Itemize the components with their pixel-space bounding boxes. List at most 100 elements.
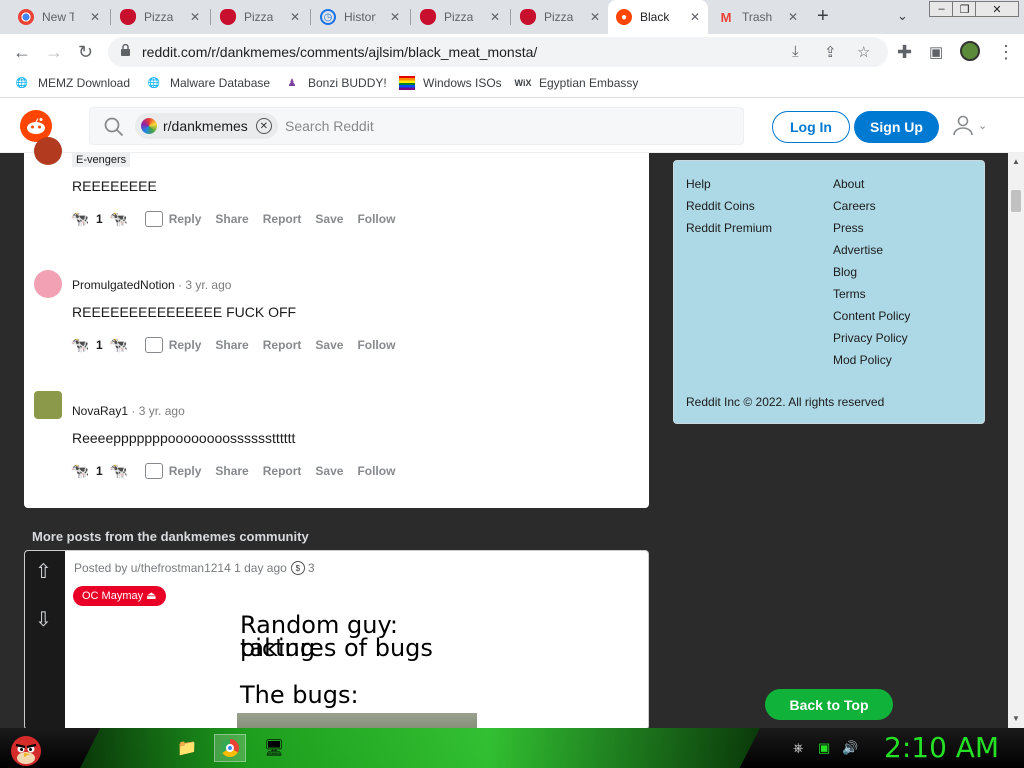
downvote-icon[interactable]: 🐄 [107, 208, 131, 230]
save-button[interactable]: Save [315, 464, 343, 478]
reload-icon[interactable]: ↻ [78, 42, 93, 63]
link-careers[interactable]: Careers [833, 199, 876, 213]
tab-reddit-active[interactable]: ● Black meat monsta ✕ [608, 0, 708, 34]
profile-avatar[interactable] [960, 41, 980, 61]
file-explorer-icon[interactable]: 📁 [171, 734, 203, 762]
close-icon[interactable]: ✕ [190, 10, 200, 24]
log-in-button[interactable]: Log In [772, 111, 850, 143]
close-window-button[interactable]: ✕ [975, 1, 1019, 17]
reply-button[interactable]: Reply [144, 211, 201, 227]
sign-up-button[interactable]: Sign Up [854, 111, 939, 143]
meme-image[interactable]: Random guy: taking pictures of bugs The … [237, 606, 477, 729]
tab-pizza-hut-2[interactable]: Pizza Hut ✕ [212, 0, 308, 34]
scrollbar-thumb[interactable] [1011, 190, 1021, 212]
close-icon[interactable]: ✕ [290, 10, 300, 24]
volume-icon[interactable]: 🔊 [842, 740, 858, 756]
tab-search-chevron-icon[interactable]: ⌄ [897, 8, 908, 24]
link-terms[interactable]: Terms [833, 287, 866, 301]
downvote-icon[interactable]: 🐄 [107, 334, 131, 356]
address-bar[interactable]: reddit.com/r/dankmemes/comments/ajlsim/b… [108, 37, 888, 67]
follow-button[interactable]: Follow [357, 338, 395, 352]
clear-chip-icon[interactable]: ✕ [255, 118, 272, 134]
upvote-icon[interactable]: 🐄 [68, 208, 92, 230]
bookmark-egyptian-embassy[interactable]: WiX Egyptian Embassy [515, 76, 639, 90]
comment-actions: 🐄 1 🐄 Reply Share Report Save Follow [68, 333, 409, 357]
bookmark-bonzi-buddy[interactable]: ♟ Bonzi BUDDY! [284, 76, 387, 90]
scroll-up-arrow-icon[interactable]: ▲ [1012, 157, 1020, 166]
scroll-down-arrow-icon[interactable]: ▼ [1012, 714, 1020, 723]
tab-pizza-hut-4[interactable]: Pizza Hut ✕ [512, 0, 608, 34]
avatar[interactable] [34, 270, 62, 298]
menu-dots-icon[interactable]: ⋮ [997, 42, 1015, 63]
bookmark-malware-database[interactable]: 🌐 Malware Database [146, 76, 270, 90]
close-icon[interactable]: ✕ [390, 10, 400, 24]
share-button[interactable]: Share [215, 464, 248, 478]
close-icon[interactable]: ✕ [690, 10, 700, 24]
minimize-button[interactable]: – [929, 1, 954, 17]
new-tab-button[interactable]: + [817, 5, 829, 28]
side-panel-icon[interactable]: ▣ [929, 43, 943, 61]
report-button[interactable]: Report [263, 212, 302, 226]
maximize-button[interactable]: ❐ [952, 1, 977, 17]
install-app-icon[interactable]: ⤓ [792, 43, 799, 60]
link-reddit-coins[interactable]: Reddit Coins [686, 199, 755, 213]
close-icon[interactable]: ✕ [590, 10, 600, 24]
link-privacy-policy[interactable]: Privacy Policy [833, 331, 908, 345]
close-icon[interactable]: ✕ [490, 10, 500, 24]
reply-button[interactable]: Reply [144, 337, 201, 353]
avatar[interactable] [34, 391, 62, 419]
link-advertise[interactable]: Advertise [833, 243, 883, 257]
report-button[interactable]: Report [263, 464, 302, 478]
share-icon[interactable]: ⇪ [824, 43, 837, 61]
link-help[interactable]: Help [686, 177, 711, 191]
back-arrow-icon[interactable]: ← [13, 42, 31, 63]
tab-new-tab[interactable]: New Tab ✕ [10, 0, 108, 34]
share-button[interactable]: Share [215, 338, 248, 352]
bookmark-windows-isos[interactable]: Windows ISOs [399, 76, 502, 90]
link-content-policy[interactable]: Content Policy [833, 309, 910, 323]
close-icon[interactable]: ✕ [788, 10, 798, 24]
share-button[interactable]: Share [215, 212, 248, 226]
report-button[interactable]: Report [263, 338, 302, 352]
tab-pizza-hut-1[interactable]: Pizza Hut ✕ [112, 0, 208, 34]
downvote-icon[interactable]: ⇩ [35, 607, 52, 632]
chrome-taskbar-icon[interactable] [214, 734, 246, 762]
display-settings-icon[interactable]: 🖥 [258, 734, 290, 762]
follow-button[interactable]: Follow [357, 464, 395, 478]
user-menu-dropdown[interactable]: ⌄ [952, 114, 987, 136]
bookmark-memz[interactable]: 🌐 MEMZ Download [14, 76, 130, 90]
subreddit-filter-chip[interactable]: r/dankmemes ✕ [135, 113, 278, 139]
forward-arrow-icon[interactable]: → [45, 42, 63, 63]
link-about[interactable]: About [833, 177, 864, 191]
tab-history[interactable]: ◷ History ✕ [312, 0, 408, 34]
tab-pizza-hut-3[interactable]: Pizza Hut ✕ [412, 0, 508, 34]
follow-button[interactable]: Follow [357, 212, 395, 226]
reply-button[interactable]: Reply [144, 463, 201, 479]
comment-author[interactable]: PromulgatedNotion [72, 278, 175, 292]
back-to-top-button[interactable]: Back to Top [765, 689, 893, 720]
close-icon[interactable]: ✕ [90, 10, 100, 24]
post-card[interactable]: ⇧ ⇩ Posted by u/thefrostman1214 1 day ag… [24, 550, 649, 730]
save-button[interactable]: Save [315, 212, 343, 226]
upvote-icon[interactable]: 🐄 [68, 334, 92, 356]
link-blog[interactable]: Blog [833, 265, 857, 279]
monitor-tray-icon[interactable]: ▣ [818, 740, 830, 756]
comment-author[interactable]: NovaRay1 [72, 404, 128, 418]
angry-bird-start-icon[interactable] [6, 731, 46, 767]
extensions-puzzle-icon[interactable]: ✚ [897, 42, 912, 63]
reddit-search-box[interactable]: r/dankmemes ✕ Search Reddit [89, 107, 744, 145]
page-scrollbar[interactable]: ▲ ▼ [1008, 153, 1024, 728]
link-press[interactable]: Press [833, 221, 864, 235]
avatar[interactable] [34, 137, 62, 165]
link-reddit-premium[interactable]: Reddit Premium [686, 221, 772, 235]
downvote-icon[interactable]: 🐄 [107, 460, 131, 482]
link-mod-policy[interactable]: Mod Policy [833, 353, 892, 367]
save-button[interactable]: Save [315, 338, 343, 352]
post-flair[interactable]: OC Maymay ⏏ [73, 586, 166, 606]
upvote-icon[interactable]: 🐄 [68, 460, 92, 482]
upvote-icon[interactable]: ⇧ [35, 559, 52, 584]
taskbar-clock[interactable]: 2:10 AM [884, 731, 999, 764]
tab-gmail-trash[interactable]: M Trash ✕ [710, 0, 806, 34]
bookmark-star-icon[interactable]: ☆ [857, 43, 870, 61]
network-tray-icon[interactable]: ⎈ [793, 740, 803, 756]
